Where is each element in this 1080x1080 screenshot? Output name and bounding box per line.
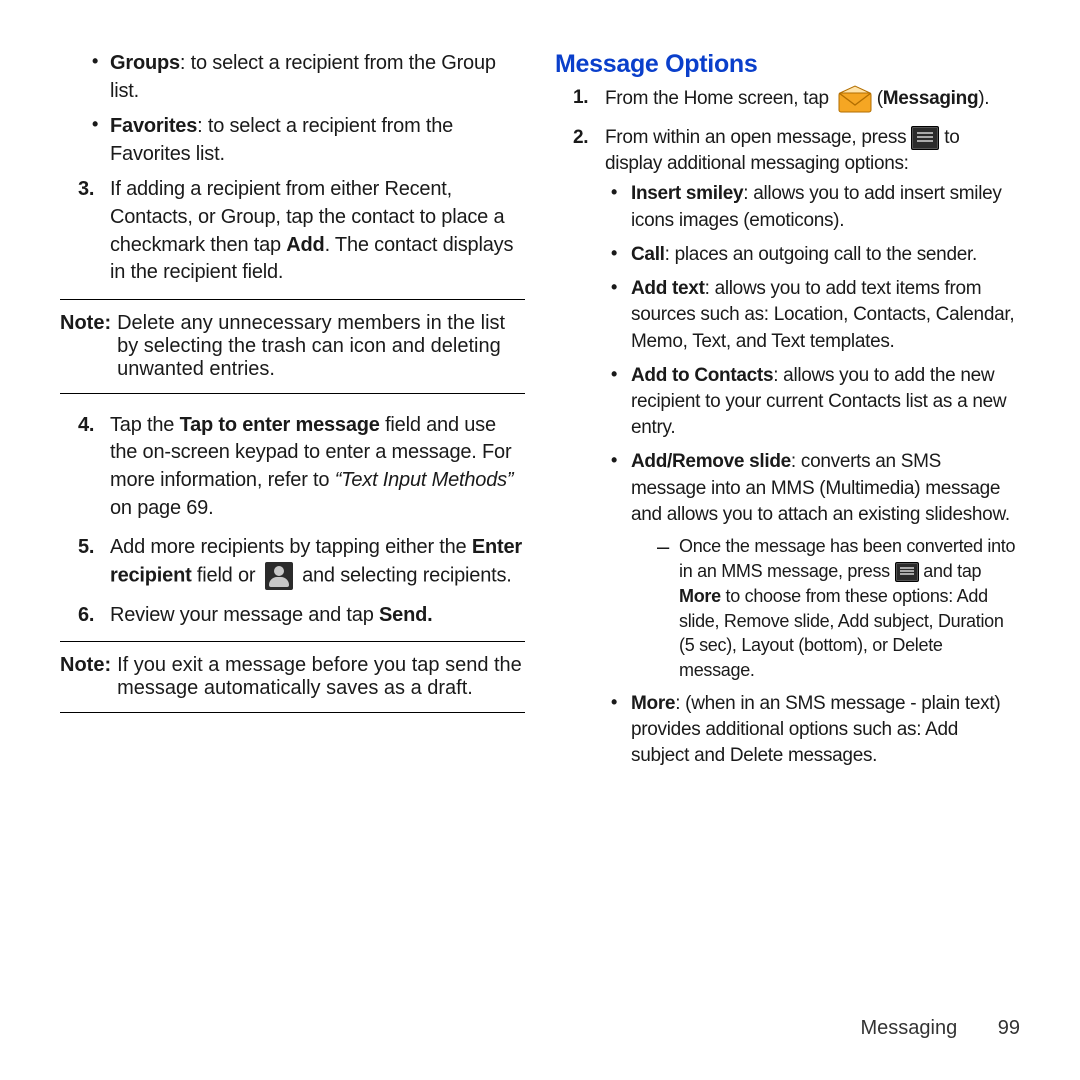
note-text: If you exit a message before you tap sen…	[117, 654, 525, 700]
messaging-envelope-icon	[838, 85, 872, 113]
step-4: 4. Tap the Tap to enter message field an…	[60, 412, 525, 522]
opt-add-remove-slide: Add/Remove slide: converts an SMS messag…	[605, 449, 1020, 683]
opt-insert-smiley: Insert smiley: allows you to add insert …	[605, 181, 1020, 233]
opt-add-to-contacts: Add to Contacts: allows you to add the n…	[605, 363, 1020, 442]
step-2: 2. From within an open message, press to…	[555, 125, 1020, 770]
left-column: Groups: to select a recipient from the G…	[60, 50, 525, 1040]
label: Groups	[110, 52, 180, 74]
menu-key-icon	[895, 562, 919, 582]
note-label: Note:	[60, 654, 111, 700]
right-column: Message Options 1. From the Home screen,…	[555, 50, 1020, 1040]
menu-key-icon	[911, 126, 939, 150]
note-delete-members: Note: Delete any unnecessary members in …	[60, 299, 525, 394]
step-6: 6. Review your message and tap Send.	[60, 602, 525, 630]
note-text: Delete any unnecessary members in the li…	[117, 312, 525, 381]
footer-section: Messaging	[860, 1017, 957, 1039]
note-label: Note:	[60, 312, 111, 381]
contact-icon	[265, 562, 293, 590]
note-draft: Note: If you exit a message before you t…	[60, 641, 525, 713]
opt-call: Call: places an outgoing call to the sen…	[605, 242, 1020, 268]
opt-add-text: Add text: allows you to add text items f…	[605, 276, 1020, 355]
page-footer: Messaging 99	[860, 1017, 1020, 1040]
section-heading: Message Options	[555, 50, 1020, 79]
step-5: 5. Add more recipients by tapping either…	[60, 534, 525, 590]
opt-more: More: (when in an SMS message - plain te…	[605, 691, 1020, 770]
step-1: 1. From the Home screen, tap (Messaging)…	[555, 85, 1020, 113]
bullet-groups: Groups: to select a recipient from the G…	[60, 50, 525, 105]
label: Favorites	[110, 115, 197, 137]
opt-add-remove-slide-sub: Once the message has been converted into…	[657, 534, 1020, 683]
footer-page-number: 99	[998, 1017, 1020, 1039]
step-3: 3. If adding a recipient from either Rec…	[60, 176, 525, 286]
bullet-favorites: Favorites: to select a recipient from th…	[60, 113, 525, 168]
